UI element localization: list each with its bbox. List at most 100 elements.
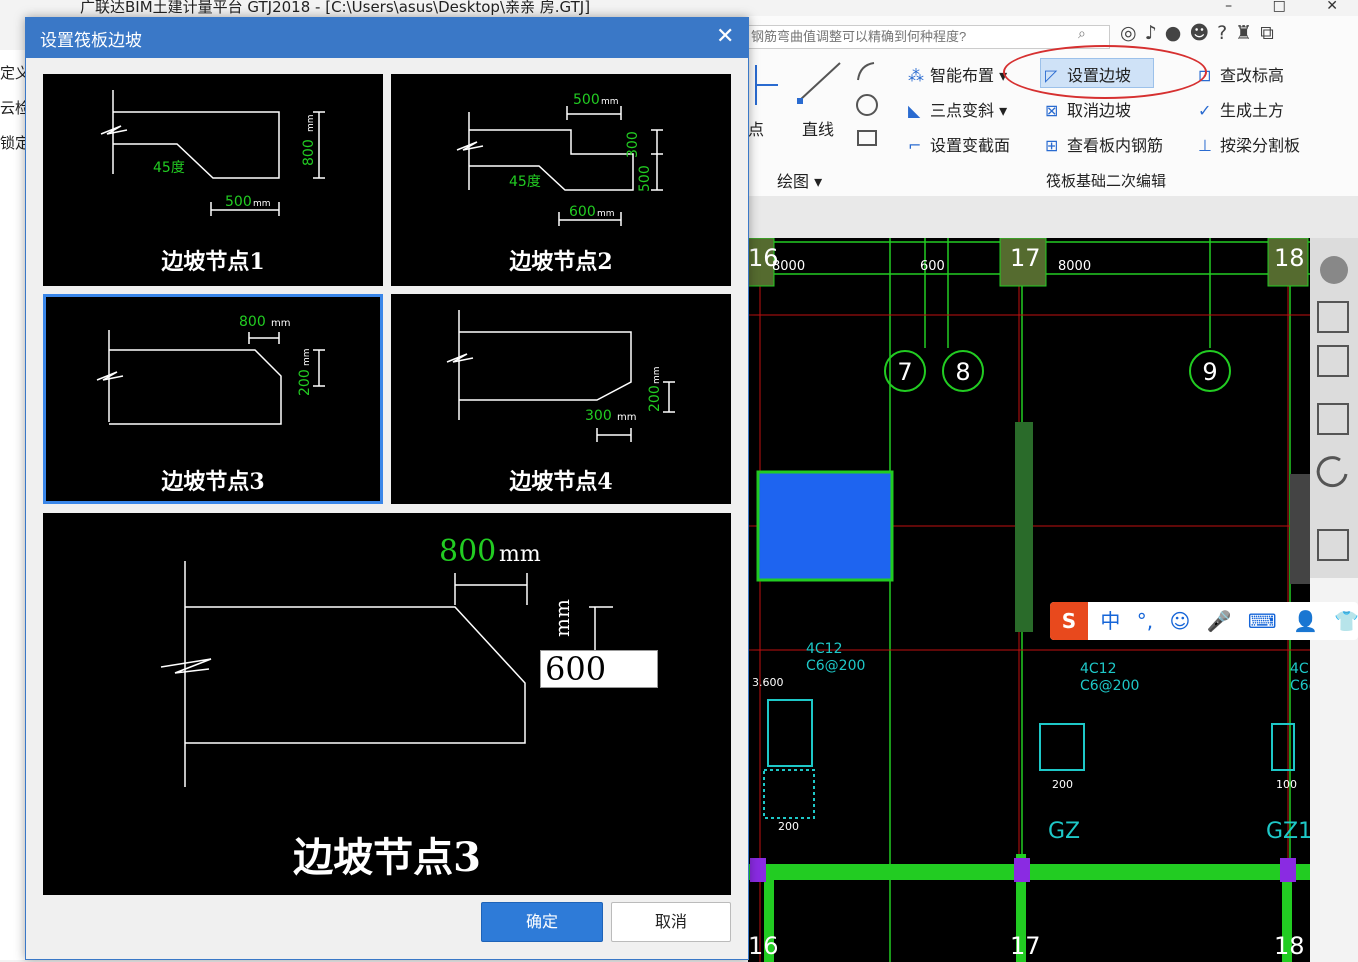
generate-earthwork-icon: ✓ xyxy=(1198,101,1212,120)
view-toolbar[interactable] xyxy=(1310,238,1358,578)
generate-earthwork-button[interactable]: ✓ 生成土方 xyxy=(1198,97,1284,121)
close-window-button[interactable]: ✕ xyxy=(1326,0,1338,14)
set-raft-slope-dialog: 设置筏板边坡 ✕ 45度 500 mm 800 mm 边坡节点1 45度 500… xyxy=(25,17,749,960)
split-by-beam-icon: ⊥ xyxy=(1198,136,1212,155)
rebar-label-1: 4C12 xyxy=(806,641,843,657)
restore-icon: ⧉ xyxy=(1260,22,1282,44)
axis-circle-8: 8 xyxy=(955,358,970,386)
variable-section-icon: ⌐ xyxy=(908,136,922,155)
node-1-angle: 45度 xyxy=(153,160,185,176)
red-annotation-ellipse xyxy=(1003,45,1207,99)
node-4-caption: 边坡节点4 xyxy=(509,469,613,495)
section-label-gz1: GZ1 xyxy=(1266,819,1310,844)
smart-layout-icon: ⁂ xyxy=(908,66,924,85)
slope-node-4-option[interactable]: 300 mm 200 mm 边坡节点4 xyxy=(391,294,731,504)
ime-emoji-icon: ☺ xyxy=(1169,609,1191,633)
rebar-label-6: C6@200 xyxy=(1290,678,1310,694)
slope-node-1-option[interactable]: 45度 500 mm 800 mm 边坡节点1 xyxy=(43,74,383,286)
ime-lang: 中 xyxy=(1100,609,1121,633)
slope-node-2-option[interactable]: 45度 500 mm 600 mm 300 500 边坡节点2 xyxy=(391,74,731,286)
axis-label-18: 18 xyxy=(1274,244,1305,272)
minimize-button[interactable]: – xyxy=(1225,0,1232,14)
node-4-dim-right: 200 xyxy=(647,385,663,412)
split-by-beam-button[interactable]: ⊥ 按梁分割板 xyxy=(1198,132,1300,156)
node-1-dim-bottom: 500 xyxy=(225,194,252,210)
help-icon: ? xyxy=(1217,22,1236,44)
elev-label: 3.600 xyxy=(752,676,784,689)
node-3-caption: 边坡节点3 xyxy=(161,469,265,495)
dim-top-1: 8000 xyxy=(772,259,805,274)
three-point-slope-button[interactable]: ◣ 三点变斜 ▾ xyxy=(908,97,1007,121)
user-icon: ◎ xyxy=(1120,22,1145,44)
ime-toolbar[interactable]: S 中 °, ☺ 🎤 ⌨ 👤 👕 ▦ xyxy=(1050,602,1358,640)
box-view-icon xyxy=(1317,345,1349,377)
preview-dim-top: 800 xyxy=(439,534,496,569)
node-2-dim-right-b: 500 xyxy=(637,165,653,192)
dialog-titlebar[interactable]: 设置筏板边坡 ✕ xyxy=(26,18,748,58)
node-2-angle: 45度 xyxy=(509,174,541,190)
draw-tools-icons xyxy=(755,62,878,146)
section-label-gz: GZ xyxy=(1048,819,1080,844)
dim-small-1: 200 xyxy=(1052,778,1073,791)
axis-circle-9: 9 xyxy=(1202,358,1217,386)
cancel-slope-icon: ⊠ xyxy=(1045,101,1059,120)
line-tool-button[interactable]: 直线 xyxy=(802,116,834,140)
view-rebar-button[interactable]: ⊞ 查看板内钢筋 xyxy=(1045,132,1163,156)
view-rebar-icon: ⊞ xyxy=(1045,136,1059,155)
axis-label-bottom-17: 17 xyxy=(1010,932,1041,960)
node-3-unit-right: mm xyxy=(302,348,312,366)
dim-top-3: 8000 xyxy=(1058,259,1091,274)
ribbon-point-label[interactable]: 点 xyxy=(748,116,764,140)
ime-keyboard-icon: ⌨ xyxy=(1247,609,1277,633)
node-2-unit-bottom: mm xyxy=(597,209,615,219)
rotate-icon xyxy=(1316,456,1348,488)
bell-icon: ♪ xyxy=(1144,22,1165,44)
variable-section-button[interactable]: ⌐ 设置变截面 xyxy=(908,132,1010,156)
axis-circle-7: 7 xyxy=(897,358,912,386)
cube-icon xyxy=(1317,403,1349,435)
grid-settings-icon xyxy=(1317,529,1349,561)
edit-elevation-button[interactable]: ⊡ 查改标高 xyxy=(1198,62,1284,86)
dim-top-2: 600 xyxy=(920,259,945,274)
raft-group-label: 筏板基础二次编辑 xyxy=(1046,172,1167,190)
axis-label-bottom-16: 16 xyxy=(748,932,779,960)
node-3-dim-right: 200 xyxy=(297,369,313,396)
search-icon[interactable]: ⌕ xyxy=(1078,26,1086,42)
cancel-slope-button[interactable]: ⊠ 取消边坡 xyxy=(1045,97,1131,121)
ok-button[interactable]: 确定 xyxy=(481,902,603,942)
orbit-icon xyxy=(1320,256,1348,284)
rebar-label-4: C6@200 xyxy=(1080,678,1139,694)
draw-group-label[interactable]: 绘图 ▾ xyxy=(777,168,822,192)
node-1-caption: 边坡节点1 xyxy=(161,249,265,275)
axis-label-17: 17 xyxy=(1010,244,1041,272)
cad-drawing: 16 17 18 8000 600 8000 7 8 9 4C12 C6@200… xyxy=(748,238,1310,962)
preview-caption: 边坡节点3 xyxy=(293,834,481,881)
ime-mic-icon: 🎤 xyxy=(1206,609,1232,633)
ime-punct-icon: °, xyxy=(1136,609,1154,633)
slope-height-input[interactable] xyxy=(540,650,658,688)
shirt-icon: ♜ xyxy=(1235,22,1261,44)
rebar-label-3: 4C12 xyxy=(1080,661,1117,677)
node-2-caption: 边坡节点2 xyxy=(509,249,613,275)
top-right-icons[interactable]: ◎♪●☻?♜⧉ xyxy=(1120,22,1282,44)
ime-logo-icon: S xyxy=(1050,602,1088,640)
preview-unit-top: mm xyxy=(499,542,541,567)
left-sidebar xyxy=(0,50,26,960)
maximize-button[interactable]: □ xyxy=(1273,0,1286,14)
node-3-dim-top: 800 xyxy=(239,314,266,330)
smart-layout-button[interactable]: ⁂ 智能布置 ▾ xyxy=(908,62,1007,86)
rebar-label-2: C6@200 xyxy=(806,658,865,674)
node-2-dim-right-a: 300 xyxy=(625,131,641,158)
toolbar-strip xyxy=(748,196,1358,239)
node-4-dim-bottom: 300 xyxy=(585,408,612,424)
node-3-unit-top: mm xyxy=(271,318,290,329)
slope-node-3-option[interactable]: 800 mm 200 mm 边坡节点3 xyxy=(43,294,383,504)
close-icon[interactable]: ✕ xyxy=(716,24,734,49)
chat-icon: ● xyxy=(1164,22,1190,44)
help-search-input[interactable] xyxy=(748,25,1110,49)
rebar-label-5: 4C12 xyxy=(1290,661,1310,677)
cad-canvas[interactable]: 16 17 18 8000 600 8000 7 8 9 4C12 C6@200… xyxy=(748,238,1310,962)
app-window-title: 广联达BIM土建计量平台 GTJ2018 - [C:\Users\asus\De… xyxy=(80,0,591,16)
dialog-title: 设置筏板边坡 xyxy=(40,31,142,51)
cancel-button[interactable]: 取消 xyxy=(611,902,731,942)
